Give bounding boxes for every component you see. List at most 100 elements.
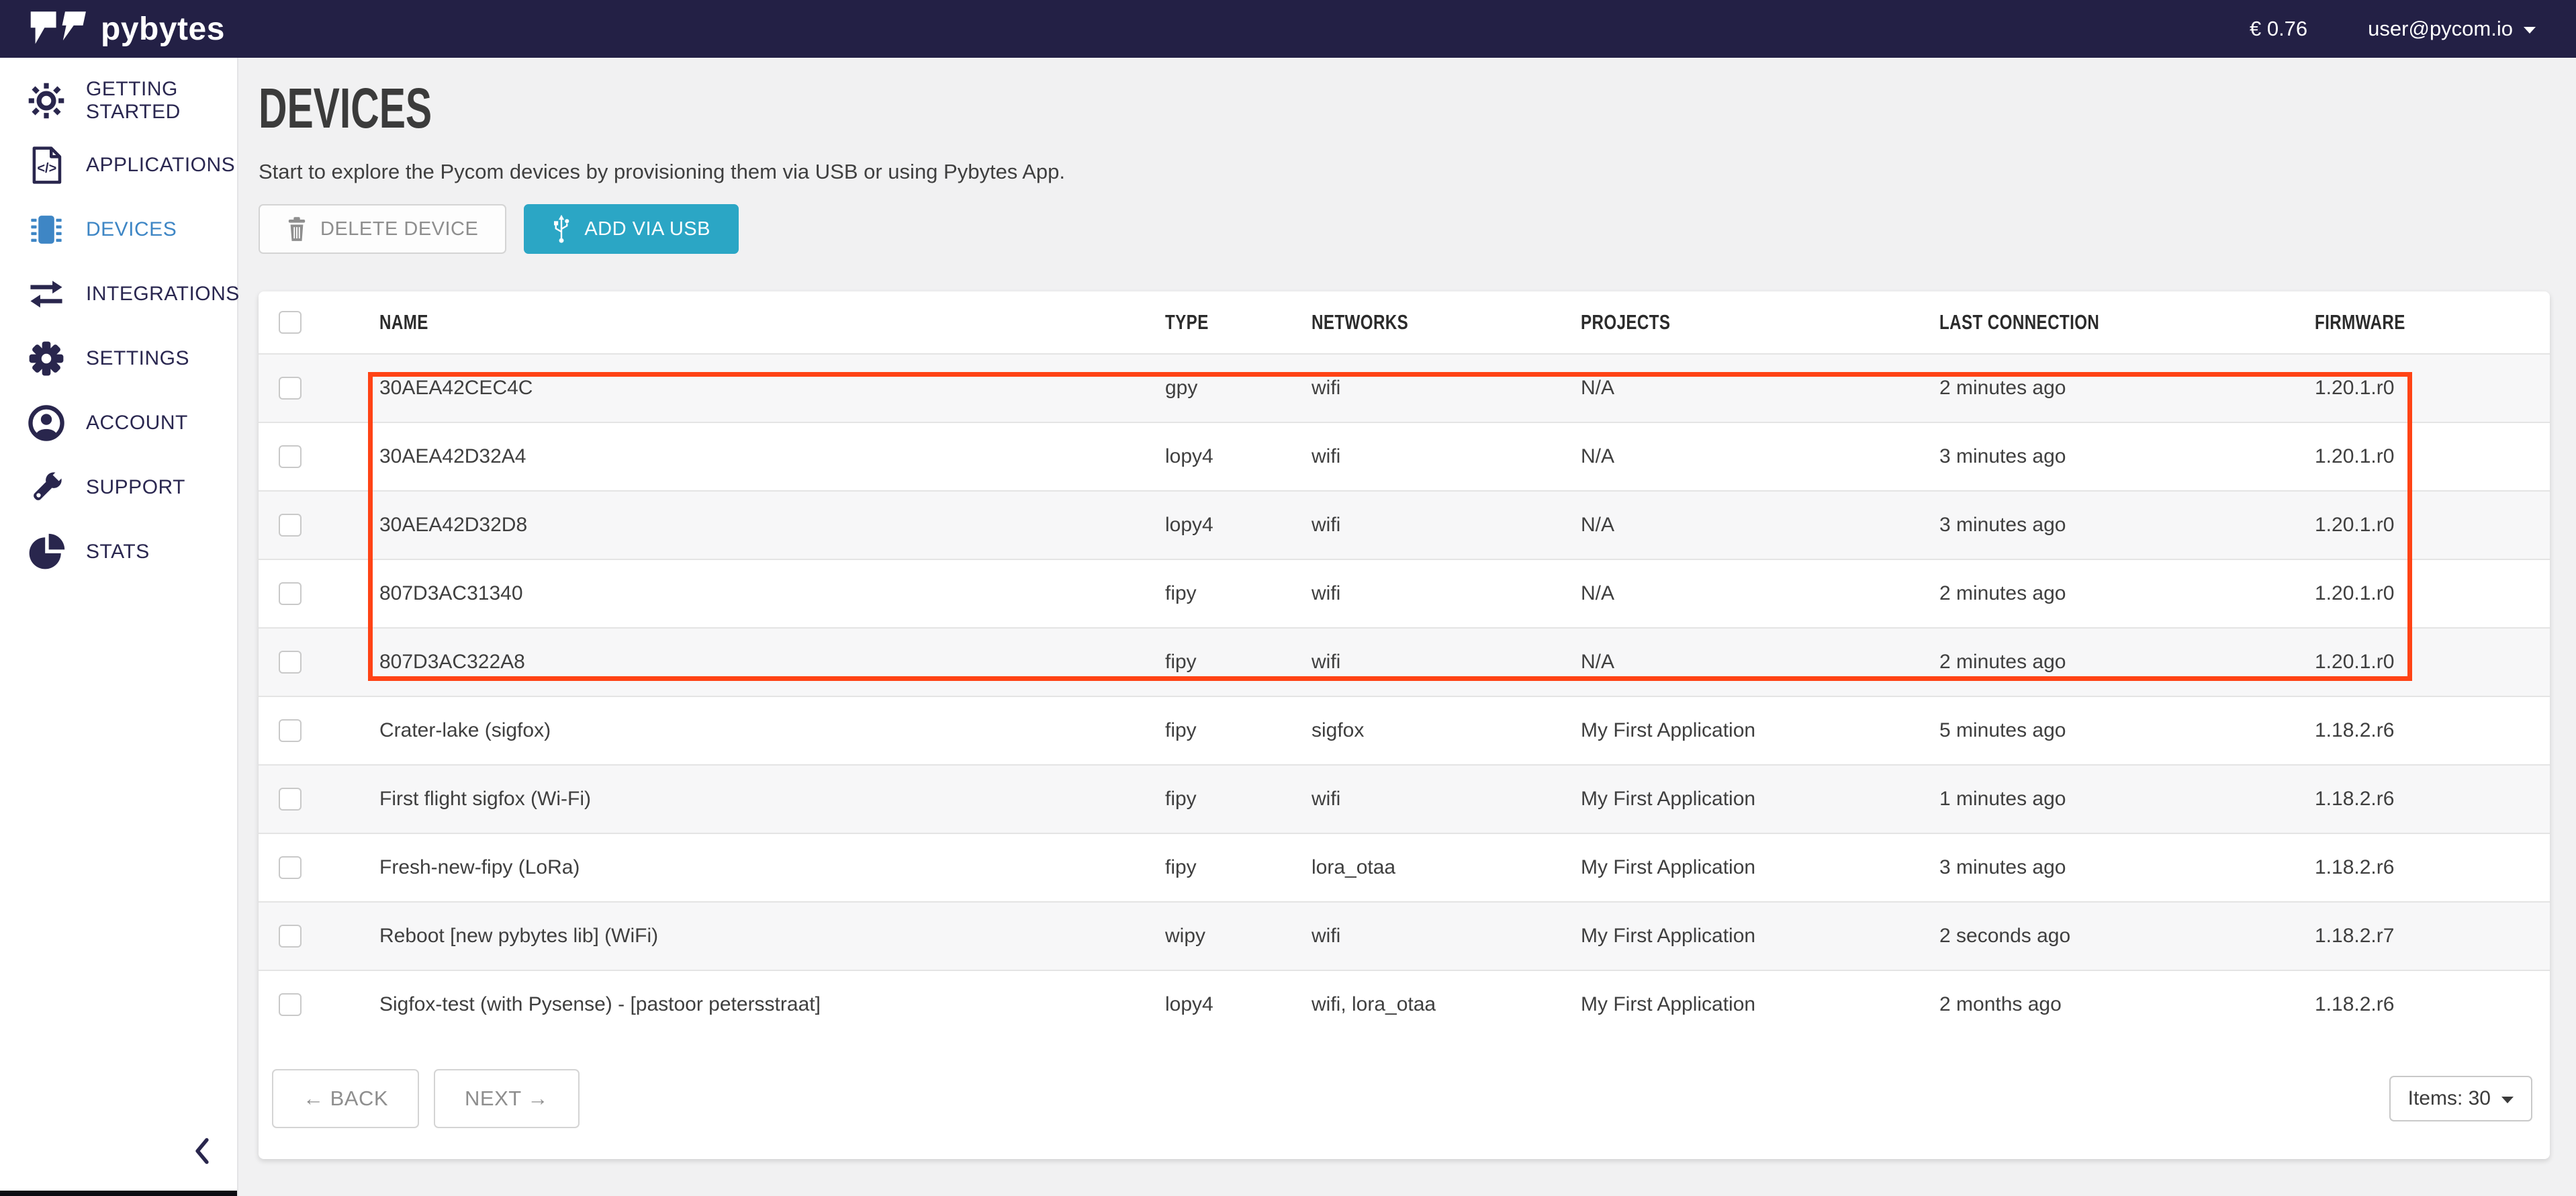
device-networks: wifi <box>1312 925 1581 948</box>
sidebar-collapse-button[interactable] <box>190 1136 214 1169</box>
table-row[interactable]: 30AEA42D32A4 lopy4 wifi N/A 3 minutes ag… <box>259 422 2550 490</box>
sidebar-item-getting-started[interactable]: GETTING STARTED <box>0 68 237 133</box>
device-projects: N/A <box>1581 377 1939 400</box>
device-last-connection: 2 minutes ago <box>1939 582 2315 605</box>
device-last-connection: 2 minutes ago <box>1939 651 2315 674</box>
device-name: 807D3AC322A8 <box>379 651 1165 674</box>
device-type: wipy <box>1165 925 1312 948</box>
delete-device-button[interactable]: DELETE DEVICE <box>259 204 506 254</box>
device-firmware: 1.18.2.r6 <box>2315 788 2550 811</box>
row-checkbox[interactable] <box>279 719 302 742</box>
sidebar-item-label: GETTING STARTED <box>86 78 237 124</box>
sidebar-item-applications[interactable]: </> APPLICATIONS <box>0 133 237 197</box>
device-networks: lora_otaa <box>1312 856 1581 879</box>
sidebar-item-support[interactable]: SUPPORT <box>0 455 237 520</box>
select-all-checkbox[interactable] <box>279 311 302 334</box>
device-networks: wifi <box>1312 377 1581 400</box>
table-row[interactable]: Fresh-new-fipy (LoRa) fipy lora_otaa My … <box>259 833 2550 901</box>
table-row[interactable]: First flight sigfox (Wi-Fi) fipy wifi My… <box>259 764 2550 833</box>
table-row[interactable]: 30AEA42CEC4C gpy wifi N/A 2 minutes ago … <box>259 353 2550 422</box>
row-checkbox[interactable] <box>279 445 302 468</box>
device-type: fipy <box>1165 719 1312 742</box>
row-checkbox[interactable] <box>279 925 302 948</box>
device-networks: wifi <box>1312 445 1581 468</box>
device-projects: My First Application <box>1581 993 1939 1016</box>
row-checkbox[interactable] <box>279 377 302 400</box>
add-via-usb-label: ADD VIA USB <box>584 218 710 240</box>
device-projects: N/A <box>1581 445 1939 468</box>
chevron-left-icon <box>190 1136 214 1166</box>
back-button[interactable]: ← BACK <box>272 1069 419 1128</box>
device-projects: N/A <box>1581 582 1939 605</box>
column-header-projects: PROJECTS <box>1581 310 1939 334</box>
sidebar-item-label: SUPPORT <box>86 476 185 499</box>
device-firmware: 1.20.1.r0 <box>2315 582 2550 605</box>
sidebar-item-account[interactable]: ACCOUNT <box>0 391 237 455</box>
usb-icon <box>552 214 571 244</box>
device-name: First flight sigfox (Wi-Fi) <box>379 788 1165 811</box>
device-firmware: 1.18.2.r6 <box>2315 719 2550 742</box>
device-type: fipy <box>1165 582 1312 605</box>
device-networks: wifi, lora_otaa <box>1312 993 1581 1016</box>
sidebar-item-label: DEVICES <box>86 218 177 241</box>
table-row[interactable]: 30AEA42D32D8 lopy4 wifi N/A 3 minutes ag… <box>259 490 2550 559</box>
sidebar-item-settings[interactable]: SETTINGS <box>0 326 237 391</box>
device-type: fipy <box>1165 651 1312 674</box>
sidebar-bottom-strip <box>0 1191 237 1196</box>
table-row[interactable]: Reboot [new pybytes lib] (WiFi) wipy wif… <box>259 901 2550 970</box>
arrows-swap-icon <box>27 275 66 314</box>
table-row[interactable]: 807D3AC31340 fipy wifi N/A 2 minutes ago… <box>259 559 2550 627</box>
device-name: Reboot [new pybytes lib] (WiFi) <box>379 925 1165 948</box>
device-projects: My First Application <box>1581 925 1939 948</box>
device-type: fipy <box>1165 788 1312 811</box>
table-row[interactable]: Crater-lake (sigfox) fipy sigfox My Firs… <box>259 696 2550 764</box>
trash-icon <box>287 217 307 241</box>
row-checkbox[interactable] <box>279 651 302 674</box>
row-checkbox[interactable] <box>279 788 302 811</box>
device-last-connection: 3 minutes ago <box>1939 445 2315 468</box>
column-header-networks: NETWORKS <box>1312 310 1581 334</box>
table-body: 30AEA42CEC4C gpy wifi N/A 2 minutes ago … <box>259 353 2550 1038</box>
device-projects: My First Application <box>1581 719 1939 742</box>
row-checkbox[interactable] <box>279 856 302 879</box>
column-header-type: TYPE <box>1165 310 1312 334</box>
table-row[interactable]: 807D3AC322A8 fipy wifi N/A 2 minutes ago… <box>259 627 2550 696</box>
wrench-icon <box>27 468 66 507</box>
table-row[interactable]: Sigfox-test (with Pysense) - [pastoor pe… <box>259 970 2550 1038</box>
device-last-connection: 3 minutes ago <box>1939 514 2315 537</box>
sidebar-item-stats[interactable]: STATS <box>0 520 237 584</box>
column-header-firmware: FIRMWARE <box>2315 310 2550 334</box>
device-type: lopy4 <box>1165 514 1312 537</box>
row-checkbox[interactable] <box>279 582 302 605</box>
row-checkbox[interactable] <box>279 993 302 1016</box>
next-button[interactable]: NEXT → <box>434 1069 580 1128</box>
device-last-connection: 2 minutes ago <box>1939 377 2315 400</box>
device-type: lopy4 <box>1165 993 1312 1016</box>
actions-toolbar: DELETE DEVICE ADD VIA USB <box>259 204 2576 254</box>
device-projects: N/A <box>1581 514 1939 537</box>
sidebar-item-label: STATS <box>86 541 150 563</box>
add-via-usb-button[interactable]: ADD VIA USB <box>524 204 739 254</box>
user-icon <box>27 404 66 443</box>
device-type: fipy <box>1165 856 1312 879</box>
device-type: gpy <box>1165 377 1312 400</box>
device-projects: My First Application <box>1581 856 1939 879</box>
code-document-icon: </> <box>27 146 66 185</box>
device-projects: N/A <box>1581 651 1939 674</box>
device-firmware: 1.20.1.r0 <box>2315 514 2550 537</box>
sidebar-item-integrations[interactable]: INTEGRATIONS <box>0 262 237 326</box>
sun-icon <box>27 81 66 120</box>
sidebar-item-devices[interactable]: DEVICES <box>0 197 237 262</box>
device-networks: wifi <box>1312 651 1581 674</box>
device-firmware: 1.18.2.r7 <box>2315 925 2550 948</box>
user-menu[interactable]: user@pycom.io <box>2368 17 2536 41</box>
device-firmware: 1.18.2.r6 <box>2315 993 2550 1016</box>
items-per-page-dropdown[interactable]: Items: 30 <box>2389 1076 2532 1121</box>
chip-icon <box>27 210 66 249</box>
pybytes-logo: pybytes <box>30 10 225 48</box>
device-name: 807D3AC31340 <box>379 582 1165 605</box>
page-title: DEVICES <box>259 79 432 137</box>
gear-icon <box>27 339 66 378</box>
sidebar-item-label: APPLICATIONS <box>86 154 235 177</box>
row-checkbox[interactable] <box>279 514 302 537</box>
